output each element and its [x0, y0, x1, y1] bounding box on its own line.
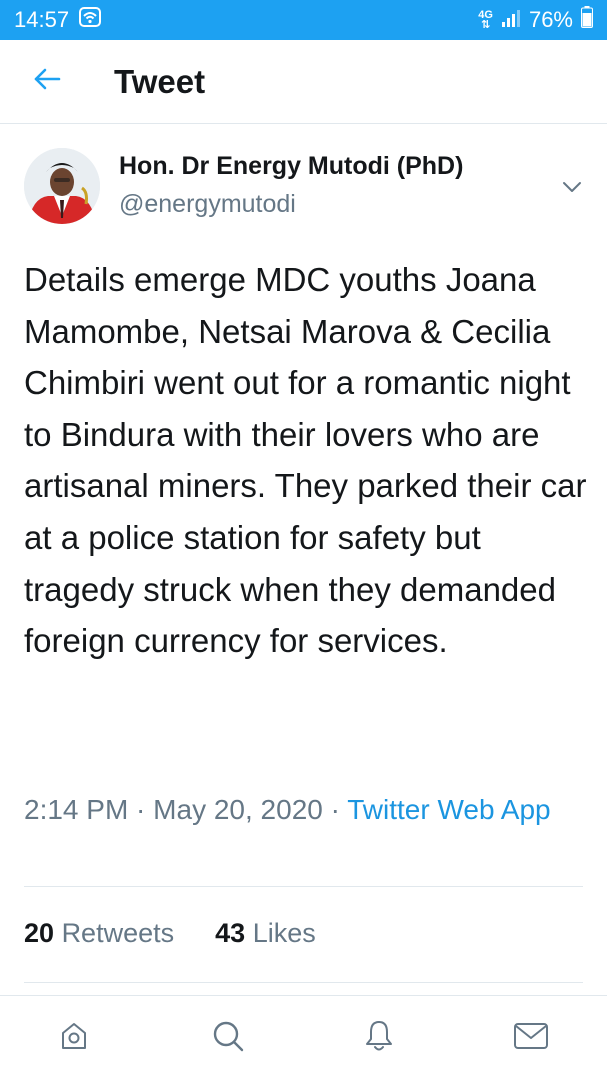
tweet-date: May 20, 2020 — [153, 794, 323, 825]
back-arrow-icon — [33, 67, 61, 96]
retweets-count: 20 — [24, 918, 55, 948]
network-activity-label: ⇅ — [481, 19, 491, 31]
tweet-stats: 20 Retweets 43 Likes — [24, 918, 316, 949]
meta-separator: · — [128, 794, 154, 825]
divider — [24, 886, 583, 887]
avatar-image — [24, 148, 100, 224]
user-handle[interactable]: @energymutodi — [119, 190, 296, 219]
nav-search[interactable] — [208, 1018, 248, 1058]
nav-home[interactable] — [54, 1018, 94, 1058]
tweet-time: 2:14 PM — [24, 794, 129, 825]
tweet-text: Details emerge MDC youths Joana Mamombe,… — [24, 261, 587, 660]
retweets-label: Retweets — [61, 918, 175, 948]
nav-messages[interactable] — [511, 1018, 551, 1058]
status-right: 4G ⇅ 76% — [478, 6, 593, 34]
avatar[interactable] — [24, 148, 100, 224]
home-icon — [58, 1020, 90, 1057]
likes-label: Likes — [252, 918, 316, 948]
bottom-nav — [0, 995, 607, 1080]
tweet-meta: 2:14 PM · May 20, 2020 · Twitter Web App — [24, 790, 584, 830]
nav-notifications[interactable] — [359, 1018, 399, 1058]
status-time: 14:57 — [14, 7, 70, 32]
display-name[interactable]: Hon. Dr Energy Mutodi (PhD) — [119, 152, 463, 181]
battery-icon — [581, 6, 593, 34]
header: Tweet — [0, 40, 607, 124]
more-options-button[interactable] — [557, 174, 587, 204]
meta-separator: · — [322, 794, 348, 825]
wifi-icon — [79, 7, 102, 33]
chevron-down-icon — [562, 180, 582, 198]
likes-stat[interactable]: 43 Likes — [215, 918, 316, 948]
status-bar: 14:57 4G ⇅ 76% — [0, 0, 607, 40]
messages-icon — [513, 1021, 549, 1056]
retweets-stat[interactable]: 20 Retweets — [24, 918, 174, 948]
signal-icon — [501, 7, 521, 33]
divider — [24, 982, 583, 983]
status-left: 14:57 — [14, 7, 102, 33]
page-title: Tweet — [114, 62, 206, 100]
tweet-source-link[interactable]: Twitter Web App — [347, 794, 550, 825]
likes-count: 43 — [215, 918, 246, 948]
search-icon — [211, 1019, 245, 1058]
notifications-icon — [363, 1019, 395, 1058]
back-button[interactable] — [22, 57, 72, 107]
tweet-author: Hon. Dr Energy Mutodi (PhD) @energymutod… — [0, 140, 607, 240]
battery-percent: 76% — [528, 7, 573, 32]
network-type: 4G ⇅ — [478, 10, 493, 31]
